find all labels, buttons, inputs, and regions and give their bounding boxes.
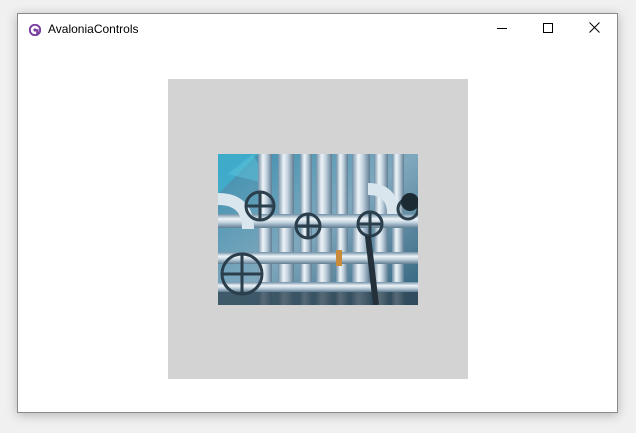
close-button[interactable] [571, 14, 617, 44]
photo-illustration [218, 154, 418, 305]
maximize-icon [543, 20, 553, 38]
window-content [18, 45, 617, 412]
image-container-panel [168, 79, 468, 379]
maximize-button[interactable] [525, 14, 571, 44]
window-title: AvaloniaControls [48, 22, 139, 36]
title-bar[interactable]: AvaloniaControls [18, 14, 617, 45]
minimize-icon [497, 20, 507, 38]
close-icon [588, 20, 600, 38]
avalonia-logo-icon [28, 23, 42, 37]
industrial-pipes-valves-photo [218, 154, 418, 305]
app-window: AvaloniaControls [17, 13, 618, 413]
minimize-button[interactable] [479, 14, 525, 44]
